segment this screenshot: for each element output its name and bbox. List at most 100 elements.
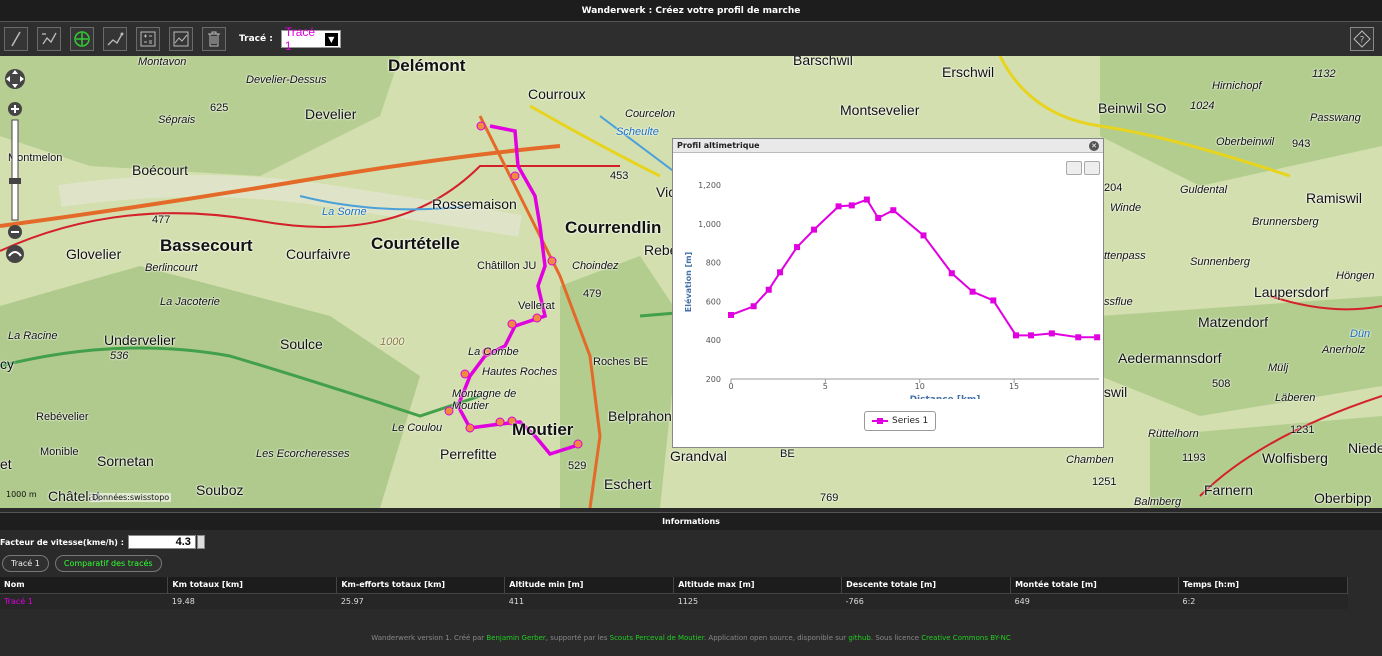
map-label: Läberen	[1275, 392, 1316, 404]
map-label: et	[0, 456, 12, 472]
map-label: Montagne de Moutier	[452, 388, 517, 412]
add-point-icon	[74, 31, 90, 47]
table-row[interactable]: Tracé 1 19.48 25.97 411 1125 -766 649 6:…	[0, 592, 1348, 609]
author-link[interactable]: Benjamin Gerber	[486, 634, 545, 642]
legend-marker	[872, 418, 888, 424]
toolbar: Tracé : Tracé 1 ▼	[0, 22, 1382, 56]
speed-stepper[interactable]	[196, 535, 205, 549]
x-tick-label: 10	[915, 382, 925, 391]
map-label: 536	[110, 350, 129, 362]
map-label: Delémont	[388, 56, 466, 75]
help-button[interactable]: ?	[1350, 27, 1374, 51]
map-label: 453	[610, 170, 629, 182]
cell-km-total: 19.48	[167, 592, 337, 609]
y-axis-title: Elévation [m]	[683, 252, 693, 312]
y-tick-label: 1,200	[698, 181, 721, 190]
series-line	[730, 198, 1098, 339]
map-label: Grandval	[670, 448, 727, 464]
info-title: Informations	[0, 512, 1382, 530]
map-label: Chamben	[1066, 454, 1114, 466]
tab-comparison[interactable]: Comparatif des tracés	[54, 555, 162, 572]
trace-select-value: Tracé 1	[284, 25, 316, 53]
map-label: Bassecourt	[160, 236, 253, 255]
map-label: Rebévelier	[36, 411, 89, 423]
pencil-icon	[11, 31, 21, 47]
map-label: Höngen	[1336, 270, 1375, 282]
map-label: 625	[210, 102, 229, 114]
svg-text:?: ?	[1360, 36, 1365, 46]
license-link[interactable]: Creative Commons BY-NC	[921, 634, 1011, 642]
map-zoom-control[interactable]	[4, 66, 26, 266]
map-copyright: Données:swisstopo	[90, 493, 172, 502]
elevation-chart: 200 400 600 800 1,000 1,200 0 5 10 15 Distance [km…	[683, 181, 1101, 399]
column-header: Temps [h:m]	[1178, 577, 1348, 593]
data-point	[969, 288, 976, 295]
map-label: BE	[780, 448, 795, 460]
map-label: Soulce	[280, 336, 323, 352]
delete-button[interactable]	[202, 27, 226, 51]
map-label: Courrendlin	[565, 218, 662, 237]
map-label: Montavon	[138, 56, 187, 68]
data-point	[848, 202, 855, 209]
column-header: Km totaux [km]	[167, 577, 338, 593]
map-label: Balmberg	[1134, 496, 1182, 508]
map-label: Courtételle	[371, 234, 460, 253]
map-label: Nieder	[1348, 440, 1382, 456]
chart-legend[interactable]: Series 1	[864, 411, 937, 431]
map-label: Perrefitte	[440, 446, 497, 462]
map-label: 1000	[380, 336, 405, 348]
zoom-slider-handle	[9, 178, 21, 184]
map-scale: 1000 m	[6, 490, 37, 499]
calculator-button[interactable]	[136, 27, 160, 51]
map-label: Montsevelier	[840, 102, 920, 118]
map-label: 1024	[1190, 100, 1215, 112]
map-label: Beinwil SO	[1098, 100, 1167, 116]
undo-button[interactable]	[37, 27, 61, 51]
cell-time: 6:2	[1178, 592, 1348, 609]
map-label: Wolfisberg	[1262, 450, 1328, 466]
map-label: 479	[583, 288, 602, 300]
map-label: tswil	[1100, 384, 1128, 400]
trash-icon	[208, 31, 220, 47]
stats-table: Nom Km totaux [km] Km-efforts totaux [km…	[0, 577, 1348, 609]
data-point	[1075, 334, 1082, 341]
map-label: Le Coulou	[392, 422, 443, 434]
footer: Wanderwerk version 1. Créé par Benjamin …	[0, 634, 1382, 642]
map-label: Undervelier	[104, 332, 176, 348]
app-title: Wanderwerk : Créez votre profil de march…	[0, 0, 1382, 22]
edit-path-button[interactable]	[103, 27, 127, 51]
data-point	[1012, 332, 1019, 339]
github-link[interactable]: github	[848, 634, 870, 642]
data-point	[811, 226, 818, 233]
scouts-link[interactable]: Scouts Perceval de Moutier	[610, 634, 704, 642]
profile-chart-button[interactable]	[169, 27, 193, 51]
draw-button[interactable]	[4, 27, 28, 51]
map-label: Rüttelhorn	[1148, 428, 1199, 440]
speed-input[interactable]: 4.3	[127, 535, 196, 549]
data-point	[794, 244, 801, 251]
data-point	[890, 207, 897, 214]
map-label: ssflue	[1104, 296, 1133, 308]
data-point	[990, 297, 997, 304]
tab-trace-1[interactable]: Tracé 1	[2, 555, 49, 572]
map-label: 1193	[1182, 452, 1206, 464]
map-label: La Jacoterie	[160, 296, 220, 308]
trace-select[interactable]: Tracé 1 ▼	[280, 25, 341, 53]
y-tick-label: 800	[706, 259, 721, 268]
map-label: Choindez	[572, 260, 619, 272]
speed-label: Facteur de vitesse(kme/h) :	[0, 537, 124, 547]
footer-text: Wanderwerk version 1. Créé par	[371, 634, 487, 642]
zoom-out-icon	[8, 225, 22, 239]
map-label: Dün	[1350, 328, 1371, 340]
close-icon[interactable]: ✕	[1089, 140, 1099, 151]
map-label: Eschert	[604, 476, 652, 492]
map-label: 1132	[1312, 68, 1336, 80]
map-label: Sornetan	[97, 453, 154, 469]
map-label: Aedermannsdorf	[1118, 350, 1222, 366]
map-label: Glovelier	[66, 246, 122, 262]
map-label: Anerholz	[1322, 344, 1366, 356]
footer-text: . Application open source, disponible su…	[703, 634, 849, 642]
add-point-button[interactable]	[70, 27, 94, 51]
map-label: 1251	[1092, 476, 1117, 488]
edit-path-icon	[107, 32, 124, 46]
